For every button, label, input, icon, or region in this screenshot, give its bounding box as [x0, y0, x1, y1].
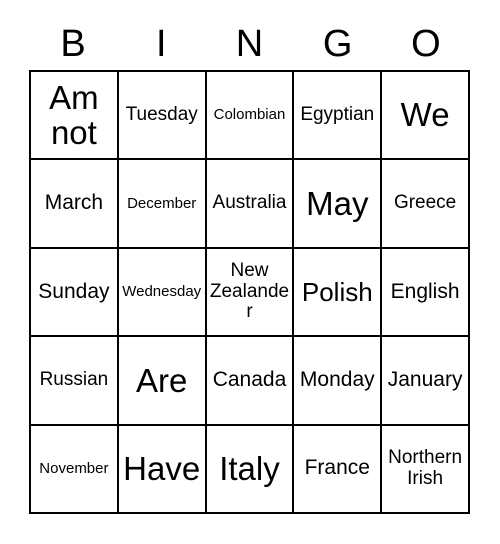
- bingo-cell-label: Polish: [301, 276, 373, 307]
- bingo-cell-label: Are: [136, 361, 188, 399]
- bingo-cell[interactable]: Italy: [206, 425, 295, 514]
- bingo-cell-label: Greece: [393, 192, 457, 214]
- bingo-cell-label: May: [306, 184, 369, 222]
- bingo-cell[interactable]: Australia: [206, 160, 295, 249]
- bingo-cell[interactable]: Canada: [206, 337, 295, 426]
- bingo-cell[interactable]: May: [294, 160, 383, 249]
- bingo-cell[interactable]: France: [294, 425, 383, 514]
- bingo-cell[interactable]: Monday: [294, 337, 383, 426]
- bingo-cell-label: Am not: [49, 78, 99, 152]
- header-letter-i: I: [156, 23, 167, 65]
- bingo-cell[interactable]: New Zealander: [206, 248, 295, 338]
- bingo-cell-label: December: [127, 194, 197, 212]
- bingo-cell-label: Have: [123, 449, 201, 487]
- bingo-cell-label: Wednesday: [122, 282, 202, 300]
- bingo-cell[interactable]: Are: [118, 337, 207, 426]
- bingo-cell[interactable]: Polish: [294, 248, 383, 338]
- bingo-cell[interactable]: Russian: [31, 337, 119, 426]
- bingo-cell[interactable]: Colombian: [206, 72, 295, 161]
- bingo-cell[interactable]: Have: [118, 425, 207, 514]
- bingo-cell-label: Egyptian: [300, 103, 375, 125]
- bingo-cell[interactable]: November: [31, 425, 119, 514]
- bingo-cell[interactable]: Tuesday: [118, 72, 207, 161]
- bingo-cell-label: Canada: [212, 368, 287, 392]
- bingo-cell[interactable]: Northern Irish: [382, 425, 470, 514]
- bingo-cell[interactable]: Wednesday: [118, 248, 207, 338]
- bingo-cell[interactable]: January: [382, 337, 470, 426]
- bingo-cell[interactable]: Egyptian: [294, 72, 383, 161]
- bingo-cell-label: November: [39, 459, 109, 477]
- bingo-cell-label: January: [387, 368, 463, 392]
- header-letter-o: O: [411, 23, 441, 65]
- bingo-card: B I N G O Am not Tuesday Colombian Egypt…: [0, 0, 500, 544]
- bingo-header: B I N G O: [29, 18, 470, 70]
- bingo-cell[interactable]: English: [382, 248, 470, 338]
- header-letter-b: B: [60, 23, 86, 65]
- bingo-cell-label: Sunday: [38, 279, 110, 303]
- bingo-cell-label: March: [44, 191, 104, 215]
- bingo-cell-label: Italy: [219, 449, 280, 487]
- bingo-cell-label: Tuesday: [125, 103, 198, 125]
- bingo-cell[interactable]: Am not: [31, 72, 119, 161]
- bingo-cell[interactable]: March: [31, 160, 119, 249]
- bingo-grid: Am not Tuesday Colombian Egyptian We Mar…: [29, 70, 470, 514]
- bingo-cell-label: We: [400, 96, 450, 134]
- header-letter-n: N: [235, 23, 264, 65]
- bingo-cell[interactable]: Greece: [382, 160, 470, 249]
- bingo-cell-label: Colombian: [213, 106, 286, 124]
- bingo-cell-label: Australia: [212, 192, 287, 214]
- bingo-cell-label: New Zealander: [209, 260, 290, 323]
- bingo-cell[interactable]: We: [382, 72, 470, 161]
- bingo-cell-label: France: [304, 456, 370, 480]
- header-letter-g: G: [322, 23, 353, 65]
- bingo-cell-label: Monday: [299, 368, 375, 392]
- bingo-cell-label: Northern Irish: [388, 447, 463, 489]
- bingo-cell[interactable]: December: [118, 160, 207, 249]
- bingo-cell[interactable]: Sunday: [31, 248, 119, 338]
- bingo-cell-label: Russian: [39, 369, 109, 391]
- bingo-cell-label: English: [390, 279, 460, 303]
